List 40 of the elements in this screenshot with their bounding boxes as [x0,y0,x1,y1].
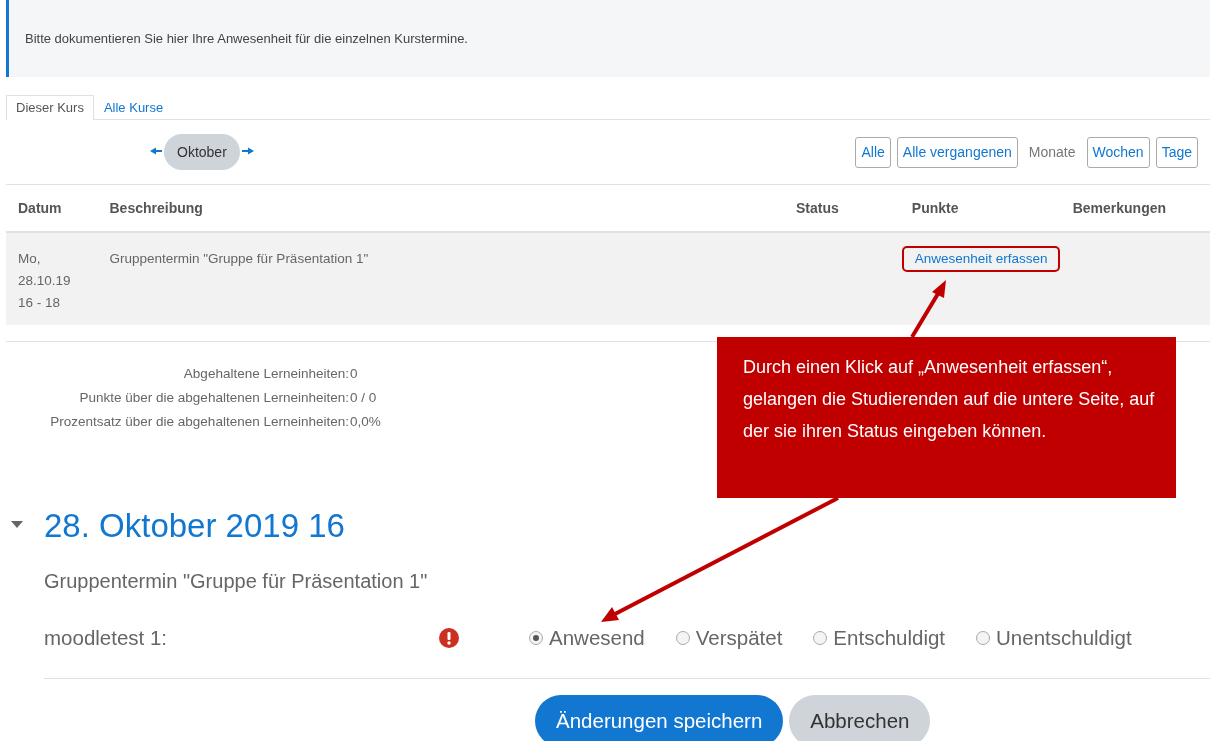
annotation-callout: Durch einen Klick auf „Anwesenheit erfassen“, gelangen die Studierenden auf die untere Seite, auf der sie ihren Status eingeben können. [717,337,1176,498]
view-filter-button[interactable]: Tage [1155,136,1198,168]
tab[interactable]: Dieser Kurs [6,95,94,120]
warning-icon [439,628,459,648]
radio-button[interactable] [976,631,991,645]
radio-button[interactable] [529,631,543,645]
column-header: Bemerkungen [1072,200,1167,216]
summary-value: 0 [349,365,359,381]
save-button[interactable]: Änderungen speichern [535,695,784,741]
cancel-button[interactable]: Abbrechen [789,695,931,741]
summary-label: Punkte über die abgehaltenen Lerneinheiten: [78,389,349,405]
radio-button[interactable] [675,631,690,645]
option-label: Verspätet [695,626,783,650]
info-text: Bitte dokumentieren Sie hier Ihre Anwesenheit für die einzelnen Kurstermine. [25,31,468,46]
column-header: Punkte [911,200,959,216]
session-description: Gruppentermin "Gruppe für Präsentation 1" [44,569,429,594]
summary-label: Abgehaltene Lerneinheiten: [182,365,349,381]
student-name: moodletest 1: [44,626,168,649]
column-header: Beschreibung [109,200,203,216]
view-filter-button[interactable]: Wochen [1086,136,1150,168]
view-filter-button[interactable]: Alle [855,136,891,168]
view-filter-button[interactable]: Alle vergangenen [896,136,1018,168]
column-header: Status [796,200,839,216]
option-label: Anwesend [549,626,645,650]
description-cell: Gruppentermin "Gruppe für Präsentation 1" [109,251,369,266]
previous-arrow-icon[interactable] [150,145,162,156]
column-header: Datum [18,200,62,216]
month-button[interactable]: Oktober [164,134,240,170]
summary-value: 0 / 0 [349,389,378,405]
next-arrow-icon[interactable] [241,145,254,156]
annotation-arrow [910,280,946,339]
option-label: Unentschuldigt [996,626,1132,650]
summary-label: Prozentsatz über die abgehaltenen Lerneinheiten: [49,413,349,429]
summary-value: 0,0% [349,413,381,429]
session-heading: 28. Oktober 2019 16 [44,507,345,545]
record-attendance-link[interactable]: Anwesenheit erfassen [914,251,1048,266]
option-label: Entschuldigt [833,626,946,650]
tab[interactable]: Alle Kurse [93,95,174,120]
radio-button[interactable] [813,631,828,645]
date-cell-text: Mo, 28.10.19 16 - 18 [18,250,72,312]
